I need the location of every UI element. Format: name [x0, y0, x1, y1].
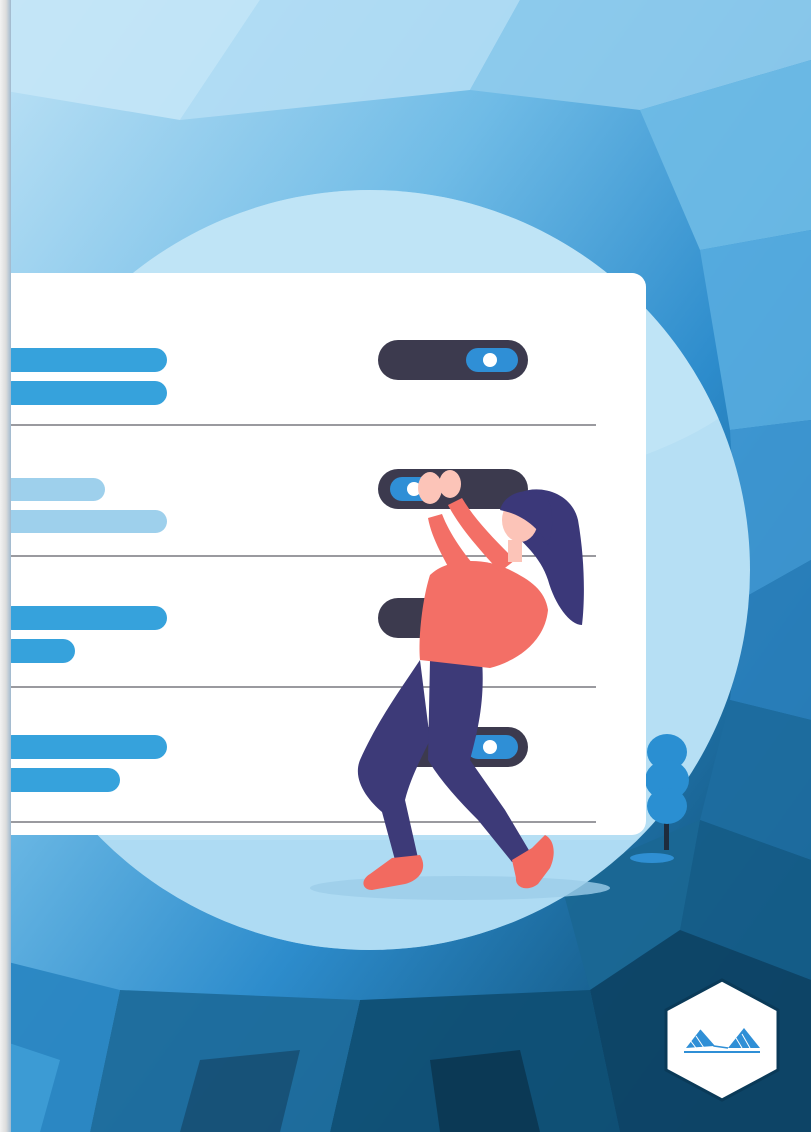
cover-illustration [0, 0, 811, 1132]
text-line-placeholder [0, 606, 167, 630]
cover-page [0, 0, 811, 1132]
hand [418, 472, 442, 504]
text-line-placeholder [0, 478, 105, 501]
text-line-placeholder [0, 768, 120, 792]
neck [508, 540, 522, 562]
text-line-placeholder [0, 639, 75, 663]
ground-shadow [310, 876, 610, 900]
text-line-placeholder [0, 510, 167, 533]
text-line-placeholder [0, 348, 167, 372]
text-line-placeholder [0, 735, 167, 759]
toggle-switch[interactable] [378, 340, 528, 380]
book-spine [0, 0, 11, 1132]
hand [439, 470, 461, 498]
text-line-placeholder [0, 381, 167, 405]
